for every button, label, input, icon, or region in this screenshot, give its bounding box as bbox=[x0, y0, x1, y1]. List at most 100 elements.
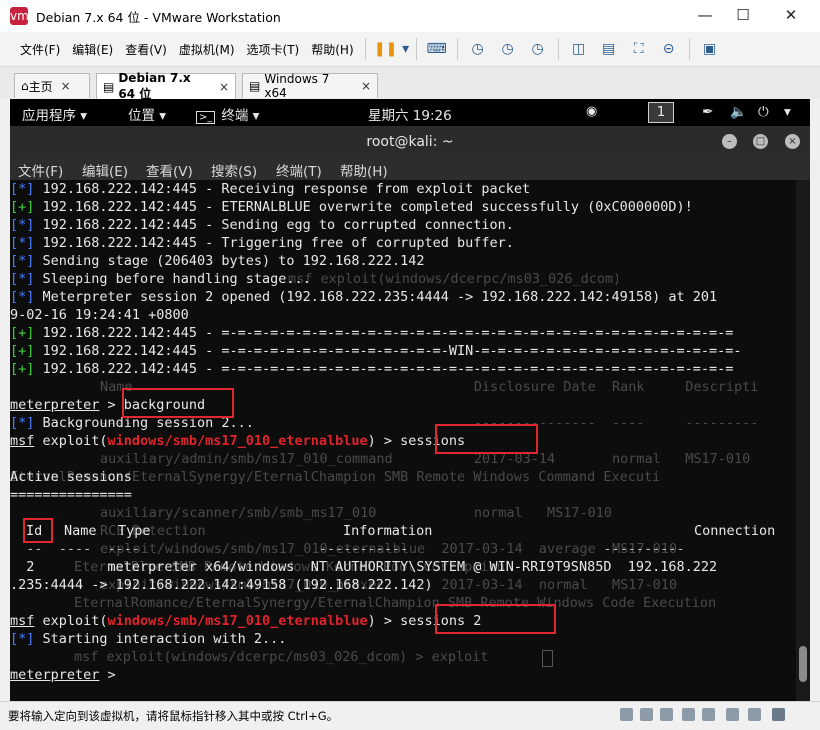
col-header-connection: Connection bbox=[694, 523, 776, 539]
status-tag: [+] bbox=[10, 199, 35, 215]
status-tag: [+] bbox=[10, 343, 35, 359]
usb-icon[interactable] bbox=[682, 708, 695, 721]
revert-snapshot-icon[interactable]: ◷ bbox=[498, 39, 518, 59]
status-tag: [*] bbox=[10, 271, 35, 287]
tab-debian[interactable]: ▤ Debian 7.x 64 位 × bbox=[96, 71, 236, 101]
console-view-icon[interactable]: ▣ bbox=[700, 39, 720, 59]
prompt-arrow: > bbox=[99, 667, 124, 683]
power-icon[interactable]: ⏻ bbox=[758, 104, 769, 120]
output-text: 192.168.222.142:445 - =-=-=-=-=-=-=-=-=-… bbox=[34, 325, 734, 341]
places-menu[interactable]: 位置 ▾ bbox=[128, 104, 166, 124]
thumbnail-icon[interactable]: ▤ bbox=[599, 39, 619, 59]
workspace-indicator[interactable]: 1 bbox=[648, 102, 674, 123]
volume-icon[interactable]: 🔈 bbox=[730, 104, 747, 120]
status-tag: [*] bbox=[10, 289, 35, 305]
output-line: [*] 192.168.222.142:445 - Triggering fre… bbox=[10, 234, 514, 252]
sessions-command-line: msf exploit(windows/smb/ms17_010_eternal… bbox=[10, 432, 465, 450]
menu-vm[interactable]: 虚拟机(M) bbox=[173, 41, 241, 58]
module-name: windows/smb/ms17_010_eternalblue bbox=[107, 613, 368, 629]
terminal-menu-help[interactable]: 帮助(H) bbox=[340, 160, 388, 180]
applications-menu[interactable]: 应用程序 ▾ bbox=[22, 104, 87, 124]
printer-icon[interactable] bbox=[772, 708, 785, 721]
menu-tabs[interactable]: 选项卡(T) bbox=[241, 41, 306, 58]
network-icon[interactable] bbox=[660, 708, 673, 721]
webcam-icon[interactable] bbox=[726, 708, 739, 721]
exploit-open: exploit( bbox=[34, 613, 108, 629]
msf-prompt: msf bbox=[10, 433, 35, 449]
clock[interactable]: 星期六 19:26 bbox=[368, 104, 452, 124]
menu-view[interactable]: 查看(V) bbox=[119, 41, 173, 58]
module-name: windows/smb/ms17_010_eternalblue bbox=[107, 433, 368, 449]
terminal-close-button[interactable]: × bbox=[785, 134, 800, 149]
cd-icon[interactable] bbox=[640, 708, 653, 721]
menu-help[interactable]: 帮助(H) bbox=[305, 41, 359, 58]
terminal-menu-bar: 文件(F) 编辑(E) 查看(V) 搜索(S) 终端(T) 帮助(H) bbox=[10, 158, 810, 180]
terminal-title: root@kali: ~ bbox=[366, 134, 454, 150]
meterpreter-prompt: meterpreter bbox=[10, 397, 100, 413]
chevron-down-icon[interactable]: ▾ bbox=[784, 104, 791, 120]
fullscreen-icon[interactable]: ⛶ bbox=[629, 39, 649, 59]
sound-icon[interactable] bbox=[702, 708, 715, 721]
terminal-menu-search[interactable]: 搜索(S) bbox=[211, 160, 257, 180]
msf-prompt: msf bbox=[10, 613, 35, 629]
terminal-menu-view[interactable]: 查看(V) bbox=[146, 160, 193, 180]
snapshot-manager-icon[interactable]: ◷ bbox=[528, 39, 548, 59]
output-line: [*] Meterpreter session 2 opened (192.16… bbox=[10, 288, 717, 306]
highlight-background bbox=[122, 388, 234, 418]
video-camera-icon: ◉ bbox=[586, 104, 598, 119]
maximize-button[interactable]: ☐ bbox=[720, 0, 766, 32]
terminal-menu-file[interactable]: 文件(F) bbox=[18, 160, 63, 180]
status-tag: [*] bbox=[10, 181, 35, 197]
close-icon[interactable]: × bbox=[61, 79, 71, 93]
output-line: [*] Sending stage (206403 bytes) to 192.… bbox=[10, 252, 425, 270]
pen-icon: ✒ bbox=[702, 104, 714, 120]
toolbar-separator bbox=[415, 38, 417, 60]
terminal-minimize-button[interactable]: – bbox=[722, 134, 737, 149]
terminal-scrollbar[interactable] bbox=[796, 180, 810, 701]
unity-icon[interactable]: ⊝ bbox=[659, 39, 679, 59]
close-icon[interactable]: × bbox=[219, 80, 229, 94]
scrollbar-thumb[interactable] bbox=[799, 646, 807, 682]
sessions2-command-line: msf exploit(windows/smb/ms17_010_eternal… bbox=[10, 612, 481, 630]
close-button[interactable]: ✕ bbox=[768, 0, 814, 32]
sidebar-toggle-icon[interactable]: ◫ bbox=[569, 39, 589, 59]
active-sessions-underline: =============== bbox=[10, 487, 132, 503]
chevron-down-icon[interactable]: ▾ bbox=[401, 39, 411, 59]
vm-icon: ▤ bbox=[249, 79, 261, 93]
tab-label: 主页 bbox=[28, 79, 53, 94]
highlight-sessions-2 bbox=[435, 604, 556, 634]
tab-home[interactable]: ⌂ 主页 × bbox=[14, 73, 90, 98]
status-tag: [*] bbox=[10, 631, 35, 647]
vmware-logo-icon: vm bbox=[10, 7, 29, 25]
close-icon[interactable]: × bbox=[361, 79, 371, 93]
tab-windows7[interactable]: ▤ Windows 7 x64 × bbox=[242, 72, 378, 100]
output-text: 9-02-16 19:24:41 +0800 bbox=[10, 307, 189, 323]
vmware-tab-bar: ⌂ 主页 × ▤ Debian 7.x 64 位 × ▤ Windows 7 x… bbox=[0, 67, 820, 101]
terminal-maximize-button[interactable]: □ bbox=[753, 134, 768, 149]
snapshot-icon[interactable]: ◷ bbox=[468, 39, 488, 59]
tab-label: Debian 7.x 64 位 bbox=[118, 71, 191, 101]
exploit-close: ) > bbox=[367, 613, 401, 629]
terminal-app-menu[interactable]: >_ 终端 ▾ bbox=[196, 104, 259, 124]
ghost-text: RCE Detection bbox=[100, 523, 206, 539]
final-prompt-line: meterpreter > bbox=[10, 666, 124, 684]
terminal-output[interactable]: msf exploit(windows/dcerpc/ms03_026_dcom… bbox=[10, 180, 796, 701]
ghost-text: msf exploit(windows/dcerpc/ms03_026_dcom… bbox=[288, 271, 618, 287]
output-text: Sending stage (206403 bytes) to 192.168.… bbox=[34, 253, 425, 269]
hard-disk-icon[interactable] bbox=[620, 708, 633, 721]
terminal-window: root@kali: ~ – □ × 文件(F) 编辑(E) 查看(V) 搜索(… bbox=[10, 126, 810, 701]
status-tag: [*] bbox=[10, 235, 35, 251]
terminal-menu-terminal[interactable]: 终端(T) bbox=[276, 160, 322, 180]
home-icon: ⌂ bbox=[21, 79, 29, 93]
output-text: 192.168.222.142:445 - Sending egg to cor… bbox=[34, 217, 514, 233]
menu-edit[interactable]: 编辑(E) bbox=[66, 41, 119, 58]
status-tag: [*] bbox=[10, 217, 35, 233]
toolbar-separator bbox=[364, 38, 366, 60]
display-icon[interactable] bbox=[748, 708, 761, 721]
terminal-menu-edit[interactable]: 编辑(E) bbox=[82, 160, 128, 180]
guest-screen[interactable]: 应用程序 ▾ 位置 ▾ >_ 终端 ▾ 星期六 19:26 ◉ 1 ✒ 🔈 ⏻ ▾… bbox=[10, 99, 810, 701]
pause-icon[interactable]: ❚❚ bbox=[374, 39, 397, 59]
menu-file[interactable]: 文件(F) bbox=[14, 41, 66, 58]
send-keys-icon[interactable]: ⌨ bbox=[427, 39, 447, 59]
toolbar-separator bbox=[456, 38, 458, 60]
